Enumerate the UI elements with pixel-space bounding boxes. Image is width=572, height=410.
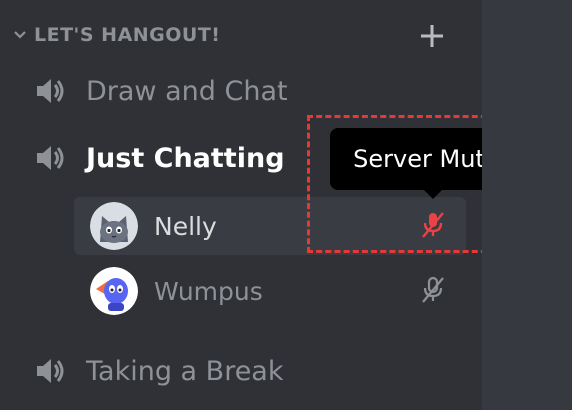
category-label: LET'S HANGOUT! [34,24,221,46]
speaker-icon [37,359,64,383]
category-header[interactable]: LET'S HANGOUT! [12,20,452,50]
channel-sidebar: LET'S HANGOUT! Draw and Chat Just Chatti… [0,0,551,410]
mic-muted-icon [422,276,444,303]
wumpus-avatar [90,267,138,315]
channel-just-chatting[interactable]: Just Chatting [34,135,285,181]
plus-icon[interactable] [418,22,446,50]
content-pane [482,0,572,410]
speaker-icon [37,79,64,103]
username: Nelly [154,211,217,241]
cat-avatar [90,202,138,250]
voice-user-wumpus[interactable]: Wumpus [74,262,466,320]
channel-draw-and-chat[interactable]: Draw and Chat [34,68,288,114]
chevron-down-icon [14,31,26,39]
channel-label: Just Chatting [86,142,285,174]
username: Wumpus [154,276,263,306]
channel-taking-a-break[interactable]: Taking a Break [34,348,284,394]
channel-label: Taking a Break [86,355,284,387]
channel-label: Draw and Chat [86,75,288,107]
tooltip-arrow [423,189,443,199]
speaker-icon [37,146,64,170]
